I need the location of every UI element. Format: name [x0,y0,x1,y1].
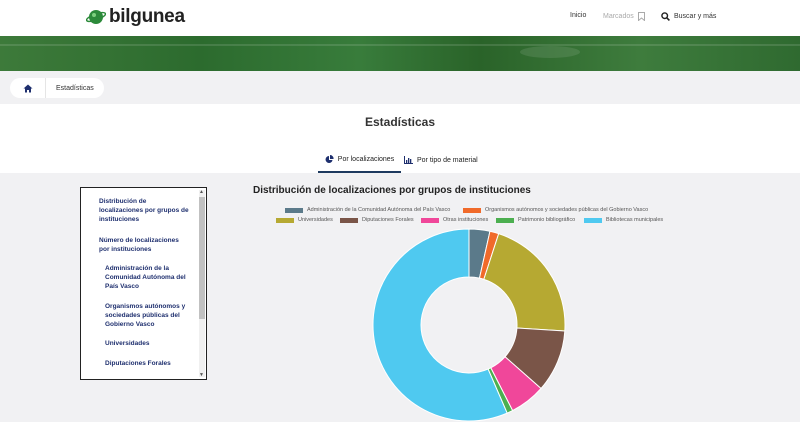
legend-label: Administración de la Comunidad Autónoma … [307,207,451,213]
list-item[interactable]: Universidades [105,339,191,348]
list-item[interactable]: Administración de la Comunidad Autónoma … [105,264,197,291]
breadcrumb-bar: Estadísticas [0,71,800,104]
list-item[interactable]: Organismos autónomos y sociedades públic… [105,302,191,329]
legend-swatch [340,217,358,223]
legend-item[interactable]: Universidades [276,217,333,223]
legend-item[interactable]: Administración de la Comunidad Autónoma … [285,207,450,213]
home-icon [23,84,32,92]
search-icon [661,12,670,21]
globe-logo-icon [86,10,106,24]
nav-marcados-label: Marcados [603,13,634,20]
tabs: Por localizaciones Por tipo de material [0,147,800,173]
legend-item[interactable]: Diputaciones Forales [340,217,414,223]
nav-buscar-button[interactable]: Buscar y más [661,12,716,21]
legend-label: Universidades [298,217,333,223]
bookmark-icon [637,12,645,21]
bar-chart-icon [404,156,413,164]
legend-item[interactable]: Otras instituciones [421,217,488,223]
breadcrumb-current: Estadísticas [56,84,94,92]
legend-swatch [463,207,481,213]
legend-swatch [584,217,602,223]
scroll-up-icon[interactable]: ▲ [199,189,204,195]
top-bar: bilgunea Inicio Marcados Buscar y más [0,0,800,36]
legend-label: Bibliotecas municipales [606,217,664,223]
breadcrumb-home-button[interactable] [10,78,46,98]
tab-por-tipo-de-material[interactable]: Por tipo de material [404,147,478,173]
legend-item[interactable]: Organismos autónomos y sociedades públic… [463,207,648,213]
legend-label: Patrimonio bibliográfico [518,217,576,223]
pie-chart-icon [325,154,334,163]
tab-por-localizaciones[interactable]: Por localizaciones [318,147,401,173]
nav-buscar-label: Buscar y más [674,13,717,20]
legend-swatch [276,217,294,223]
scroll-down-icon[interactable]: ▼ [199,372,204,378]
list-item[interactable]: Distribución de localizaciones por grupo… [99,197,189,224]
breadcrumb: Estadísticas [10,78,104,98]
page-title: Estadísticas [364,115,436,129]
legend-label: Organismos autónomos y sociedades públic… [485,207,649,213]
header-banner-image [0,36,800,71]
bilgunea-logo[interactable]: bilgunea [86,6,185,28]
list-item[interactable]: Número de localizaciones por institucion… [99,236,189,254]
logo-wordmark: bilgunea [109,6,185,27]
list-item[interactable]: Diputaciones Forales [105,359,191,368]
tab-label: Por tipo de material [417,156,478,164]
legend-label: Diputaciones Forales [362,217,414,223]
stats-index-list[interactable]: Distribución de localizaciones por grupo… [80,187,207,380]
tab-label: Por localizaciones [337,155,395,163]
nav-inicio-link[interactable]: Inicio [570,12,586,19]
legend-item[interactable]: Patrimonio bibliográfico [496,217,575,223]
chart-title: Distribución de localizaciones por grupo… [253,185,531,196]
nav-marcados-link[interactable]: Marcados [603,12,645,21]
legend-label: Otras instituciones [443,217,489,223]
legend-swatch [285,207,303,213]
scrollbar-thumb[interactable] [199,197,205,319]
legend-item[interactable]: Bibliotecas municipales [584,217,663,223]
legend-swatch [421,217,439,223]
legend-swatch [496,217,514,223]
